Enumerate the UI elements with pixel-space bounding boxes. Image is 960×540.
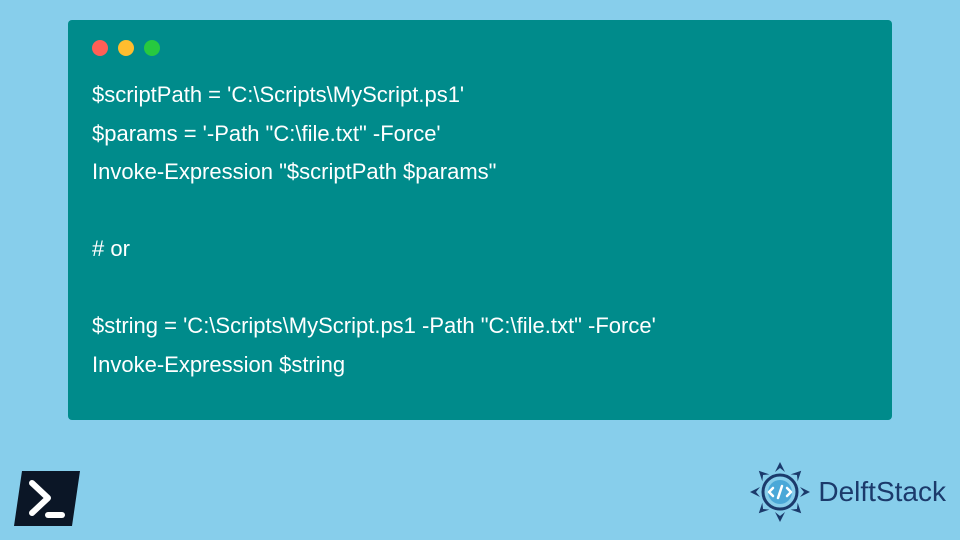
powershell-icon bbox=[14, 471, 80, 526]
minimize-dot-icon bbox=[118, 40, 134, 56]
code-block: $scriptPath = 'C:\Scripts\MyScript.ps1' … bbox=[92, 76, 868, 384]
brand-footer: DelftStack bbox=[748, 460, 946, 524]
close-dot-icon bbox=[92, 40, 108, 56]
maximize-dot-icon bbox=[144, 40, 160, 56]
code-window: $scriptPath = 'C:\Scripts\MyScript.ps1' … bbox=[68, 20, 892, 420]
delftstack-logo-icon bbox=[748, 460, 812, 524]
window-controls bbox=[92, 40, 868, 56]
brand-name: DelftStack bbox=[818, 476, 946, 508]
